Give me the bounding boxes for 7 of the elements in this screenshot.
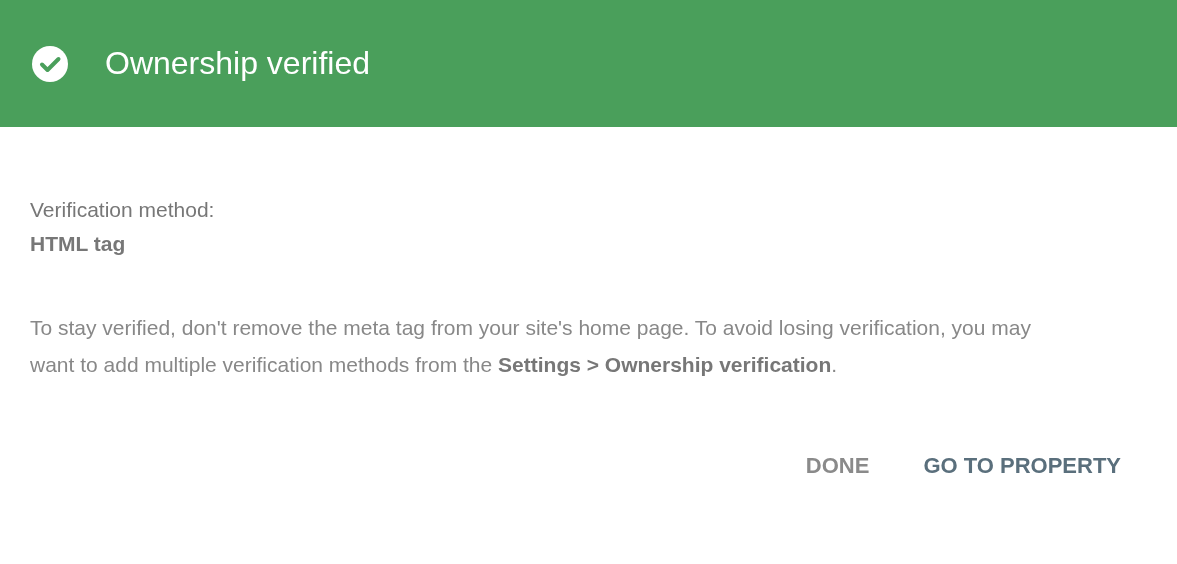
dialog-title: Ownership verified <box>105 45 370 82</box>
done-button[interactable]: DONE <box>793 447 882 485</box>
method-value: HTML tag <box>30 231 127 257</box>
go-to-property-button[interactable]: GO TO PROPERTY <box>911 447 1133 485</box>
verification-message: To stay verified, don't remove the meta tag from your site's home page. To avoid losing verification, you may want to add multiple verification methods from the Settings > Ownership verification. <box>30 315 1032 378</box>
method-label: Verification method: <box>30 197 216 223</box>
check-circle-icon <box>32 45 68 82</box>
